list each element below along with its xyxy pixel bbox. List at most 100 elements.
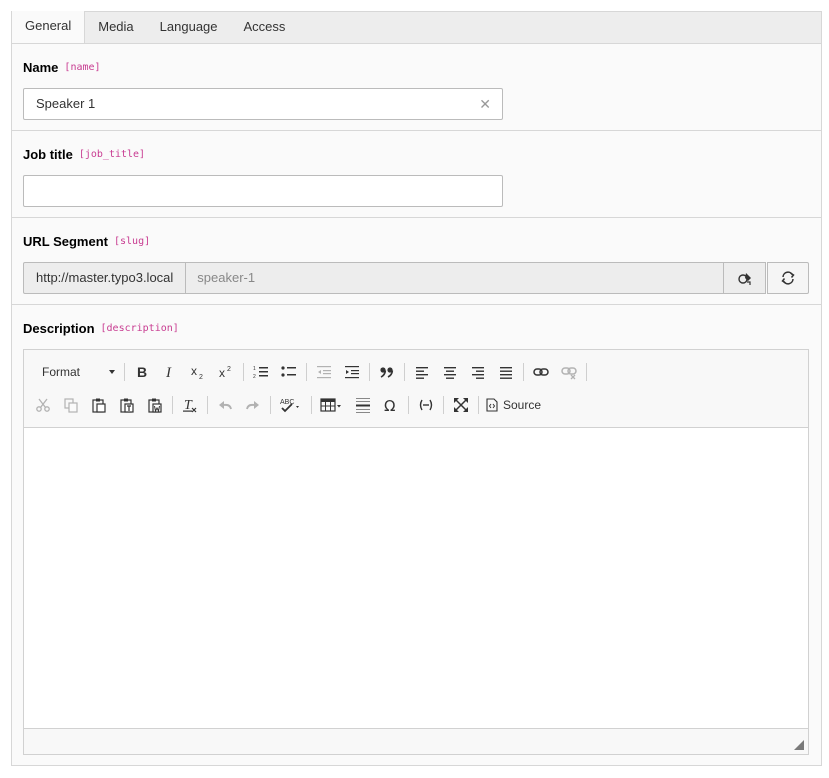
job-title-label: Job title: [23, 146, 73, 162]
svg-text:1: 1: [253, 366, 256, 372]
remove-format-button[interactable]: T: [176, 392, 204, 418]
spellcheck-icon: ABC: [280, 399, 299, 413]
paste-icon: [92, 398, 106, 413]
outdent-button[interactable]: [310, 359, 338, 385]
cut-icon: [36, 398, 50, 412]
toolbar-separator: [172, 396, 173, 414]
align-left-button[interactable]: [408, 359, 436, 385]
svg-text:2: 2: [227, 366, 231, 373]
svg-text:x: x: [219, 366, 225, 380]
numbered-list-icon: 12: [253, 366, 268, 380]
svg-text:Ω: Ω: [384, 397, 395, 413]
slug-url-prefix: http://master.typo3.local: [23, 262, 187, 294]
bold-button[interactable]: B: [128, 359, 156, 385]
align-center-icon: [444, 367, 456, 379]
paste-text-button[interactable]: [113, 392, 141, 418]
paste-word-icon: [148, 398, 162, 413]
name-field-key: [name]: [64, 61, 101, 73]
superscript-button[interactable]: x2: [212, 359, 240, 385]
job-title-input[interactable]: [23, 175, 503, 207]
unlink-button[interactable]: [555, 359, 583, 385]
toolbar-separator: [243, 363, 244, 381]
svg-text:x: x: [191, 364, 197, 378]
soft-hyphen-icon: [419, 399, 433, 411]
link-button[interactable]: [527, 359, 555, 385]
name-input[interactable]: Speaker 1: [23, 88, 503, 120]
toolbar-separator: [443, 396, 444, 414]
editor-toolbar: Format B I x2 x 2 1 2 T ABC Ω Source: [24, 350, 808, 428]
toggle-edit-slug-button[interactable]: [724, 262, 766, 294]
slug-input[interactable]: speaker-1: [186, 262, 724, 294]
justify-button[interactable]: [492, 359, 520, 385]
cut-button[interactable]: [29, 392, 57, 418]
spellcheck-button[interactable]: ABC: [274, 392, 308, 418]
rich-text-editor: Format B I x2 x 2 1 2 T ABC Ω Source: [23, 349, 809, 755]
source-icon: [486, 398, 498, 412]
undo-button[interactable]: [211, 392, 239, 418]
svg-text:B: B: [137, 364, 147, 380]
remove-format-icon: T: [183, 398, 197, 413]
slug-field-key: [slug]: [114, 235, 151, 247]
bulleted-list-button[interactable]: [275, 359, 303, 385]
toolbar-separator: [306, 363, 307, 381]
subscript-button[interactable]: x2: [184, 359, 212, 385]
tab-general[interactable]: General: [11, 11, 86, 43]
tab-media[interactable]: Media: [85, 12, 146, 43]
toolbar-separator: [586, 363, 587, 381]
link-icon: [533, 368, 549, 376]
paste-text-icon: [120, 398, 134, 413]
editor-content-area[interactable]: [24, 428, 808, 728]
align-center-button[interactable]: [436, 359, 464, 385]
toolbar-separator: [404, 363, 405, 381]
toolbar-separator: [311, 396, 312, 414]
italic-icon: I: [165, 365, 172, 380]
subscript-icon: x2: [191, 364, 203, 380]
table-icon: [320, 398, 341, 412]
maximize-button[interactable]: [447, 392, 475, 418]
outdent-icon: [317, 366, 331, 379]
blockquote-button[interactable]: [373, 359, 401, 385]
horizontal-line-button[interactable]: [349, 392, 377, 418]
indent-icon: [345, 366, 359, 379]
copy-button[interactable]: [57, 392, 85, 418]
italic-button[interactable]: I: [156, 359, 184, 385]
blockquote-icon: [380, 367, 394, 378]
description-label: Description: [23, 320, 95, 336]
job-title-section: Job title [job_title]: [12, 131, 821, 218]
soft-hyphen-button[interactable]: [412, 392, 440, 418]
special-char-button[interactable]: Ω: [377, 392, 405, 418]
svg-text:2: 2: [253, 374, 256, 380]
format-dropdown[interactable]: Format: [29, 359, 121, 385]
paste-word-button[interactable]: [141, 392, 169, 418]
tab-language[interactable]: Language: [147, 12, 231, 43]
toolbar-separator: [124, 363, 125, 381]
chevron-down-icon: [109, 370, 115, 374]
table-button[interactable]: [315, 392, 349, 418]
format-dropdown-label: Format: [42, 365, 81, 379]
refresh-icon: [781, 271, 795, 285]
horizontal-line-icon: [356, 398, 370, 413]
justify-icon: [500, 367, 512, 379]
tab-access[interactable]: Access: [231, 12, 299, 43]
toolbar-row-1: Format B I x2 x 2 1 2: [29, 357, 803, 387]
recalculate-slug-button[interactable]: [767, 262, 809, 294]
paste-button[interactable]: [85, 392, 113, 418]
toolbar-separator: [270, 396, 271, 414]
toolbar-row-2: T ABC Ω Source: [29, 390, 803, 420]
name-section: Name [name] Speaker 1 ✕: [12, 44, 821, 131]
tab-panel-general: Name [name] Speaker 1 ✕ Job title [job_t…: [11, 43, 822, 766]
superscript-icon: x2: [219, 366, 231, 380]
align-right-button[interactable]: [464, 359, 492, 385]
source-button[interactable]: Source: [482, 392, 545, 418]
align-right-icon: [472, 367, 484, 379]
redo-button[interactable]: [239, 392, 267, 418]
clear-input-icon[interactable]: ✕: [479, 96, 491, 112]
toolbar-separator: [207, 396, 208, 414]
resize-handle-icon[interactable]: [794, 740, 804, 750]
name-label: Name: [23, 59, 59, 75]
record-form: General Media Language Access Name [name…: [11, 11, 822, 766]
source-button-label: Source: [503, 398, 542, 412]
indent-button[interactable]: [338, 359, 366, 385]
special-char-icon: Ω: [384, 397, 395, 413]
numbered-list-button[interactable]: 12: [247, 359, 275, 385]
